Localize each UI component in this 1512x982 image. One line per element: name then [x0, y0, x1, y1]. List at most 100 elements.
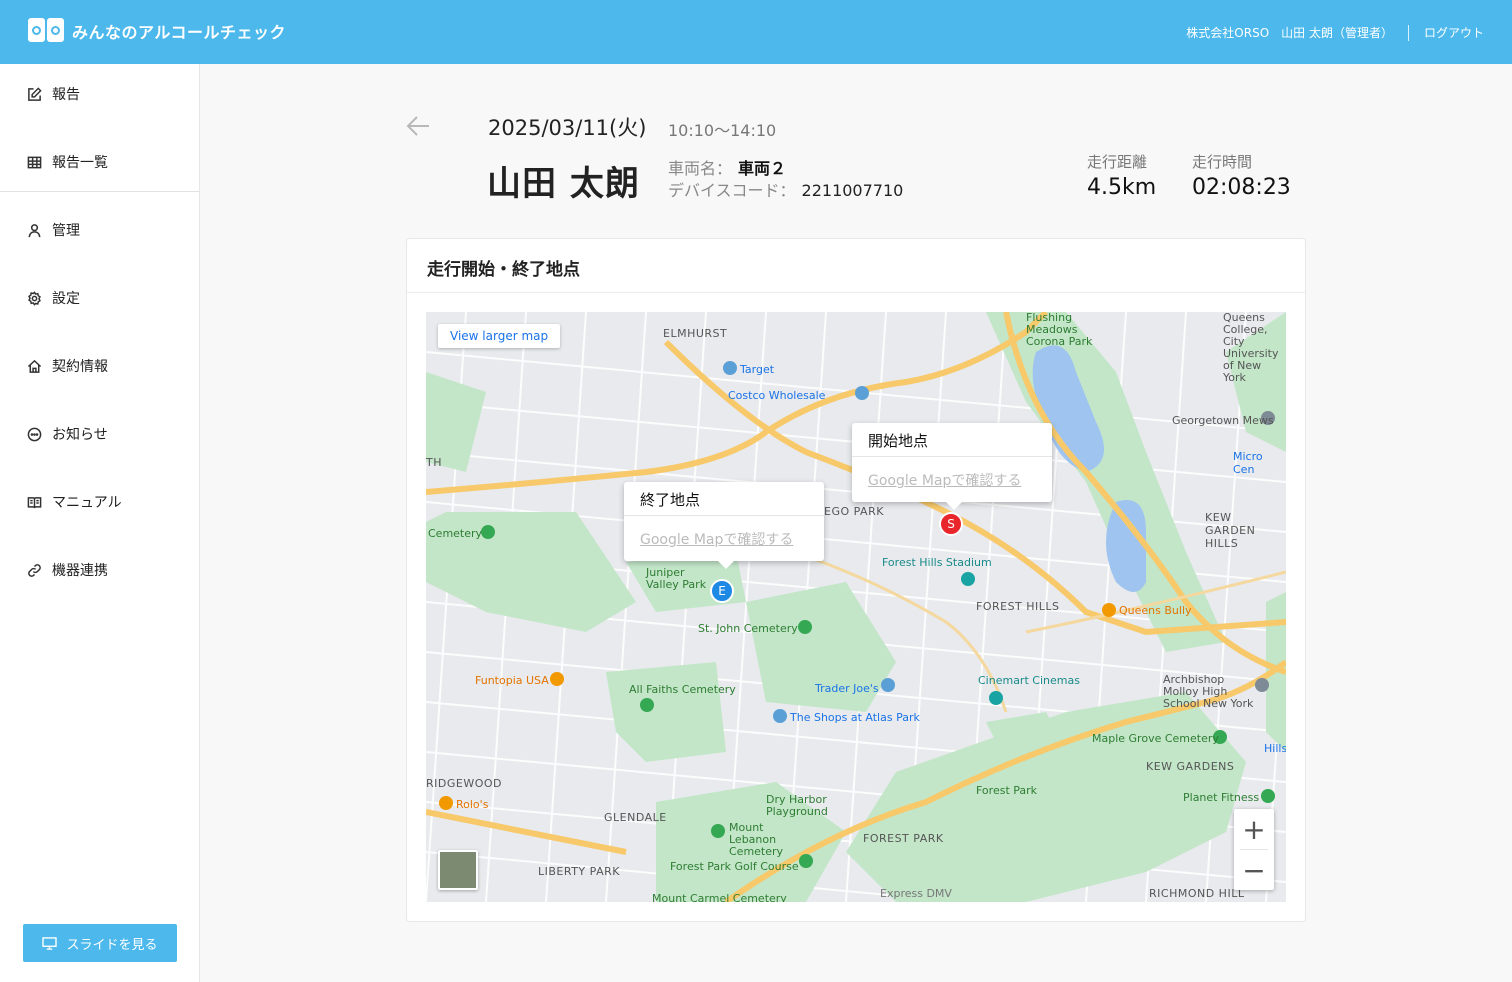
zoom-in-button[interactable]: +: [1234, 809, 1274, 849]
sidebar-item-contract[interactable]: 契約情報: [0, 346, 199, 386]
record-date: 2025/03/11(火): [488, 116, 647, 140]
vehicle-label: 車両名：: [668, 159, 733, 178]
app-title: みんなのアルコールチェック: [72, 23, 287, 42]
view-larger-map-link[interactable]: View larger map: [438, 324, 561, 348]
poi-cinemart: Cinemart Cinemas: [978, 674, 1080, 687]
arrow-left-icon: [406, 116, 429, 136]
map-label-liberty-park: LIBERTY PARK: [538, 865, 620, 878]
view-slides-label: スライドを見る: [66, 937, 158, 953]
map-label-forest-park: FOREST PARK: [863, 832, 944, 845]
map-label-forest-hills: FOREST HILLS: [976, 600, 1060, 613]
user-area: 株式会社ORSO 山田 太朗（管理者） ログアウト: [1186, 24, 1484, 41]
vehicle-value: 車両２: [738, 159, 787, 178]
sidebar-item-label: 設定: [52, 291, 80, 307]
map-label-kew-gardens-hills: KEW GARDEN HILLS: [1205, 511, 1256, 550]
map-label-elmhurst: ELMHURST: [663, 327, 728, 340]
sidebar-divider: [0, 191, 199, 192]
map-type-toggle[interactable]: [438, 850, 478, 890]
start-point-popup: 開始地点 Google Mapで確認する: [852, 423, 1052, 510]
sidebar-item-label: 管理: [52, 223, 80, 239]
company-name: 株式会社ORSO: [1186, 26, 1270, 40]
map-label-glendale: GLENDALE: [604, 811, 667, 824]
poi-planet-fitness: Planet Fitness: [1183, 791, 1260, 804]
distance-label: 走行距離: [1087, 153, 1148, 171]
sidebar: 報告 報告一覧 管理 設定 契約情報 お知らせ マニュアル 機器連携 スライドを…: [0, 64, 200, 982]
link-icon: [28, 563, 41, 577]
top-header: みんなのアルコールチェック 株式会社ORSO 山田 太朗（管理者） ログアウト: [0, 0, 1512, 64]
sidebar-item-news[interactable]: お知らせ: [0, 414, 199, 454]
poi-forest-hills-stadium: Forest Hills Stadium: [882, 556, 992, 569]
vehicle-info: 車両名： 車両２: [668, 155, 786, 179]
sidebar-item-device-link[interactable]: 機器連携: [0, 550, 199, 590]
device-value: 2211007710: [801, 181, 904, 200]
poi-forest-park: Forest Park: [976, 784, 1038, 797]
edit-icon: [28, 86, 42, 101]
poi-flushing-meadows: Flushing Meadows Corona Park: [1026, 312, 1093, 348]
book-icon: [27, 496, 42, 508]
table-icon: [27, 156, 42, 168]
monitor-icon: [42, 936, 58, 950]
poi-mount-lebanon: Mount Lebanon Cemetery: [729, 821, 784, 858]
map-card: 走行開始・終了地点 ELMHURST TH EGO PARK FOREST HI…: [406, 238, 1306, 922]
start-google-map-link[interactable]: Google Mapで確認する: [868, 470, 1021, 490]
logo-icon: [28, 18, 64, 44]
poi-micro-center: Micro Cen: [1233, 450, 1263, 476]
map-card-title: 走行開始・終了地点: [427, 260, 580, 280]
duration-value: 02:08:23: [1192, 175, 1291, 200]
map-label-richmond-hill: RICHMOND HILL: [1149, 887, 1245, 900]
end-marker[interactable]: E: [710, 579, 734, 603]
driver-name: 山田 太朗: [487, 164, 640, 204]
poi-cemetery: Cemetery: [428, 527, 483, 540]
chat-icon: [27, 427, 42, 441]
sidebar-item-label: マニュアル: [52, 495, 122, 511]
home-icon: [27, 359, 42, 373]
sidebar-item-admin[interactable]: 管理: [0, 210, 199, 250]
poi-all-faiths-cemetery: All Faiths Cemetery: [629, 683, 736, 696]
sidebar-item-settings[interactable]: 設定: [0, 278, 199, 318]
poi-dry-harbor: Dry Harbor Playground: [766, 793, 828, 818]
record-time-range: 10:10〜14:10: [668, 121, 777, 140]
sidebar-item-label: お知らせ: [52, 427, 108, 443]
gear-icon: [28, 290, 41, 306]
popup-divider: [852, 456, 1052, 457]
poi-costco: Costco Wholesale: [728, 389, 826, 402]
device-label: デバイスコード：: [668, 181, 796, 200]
start-popup-title: 開始地点: [868, 432, 929, 450]
sidebar-item-label: 報告一覧: [52, 155, 108, 171]
map-view[interactable]: ELMHURST TH EGO PARK FOREST HILLS KEW GA…: [426, 312, 1286, 902]
poi-funtopia: Funtopia USA: [475, 674, 549, 687]
map-label-kew-gardens: KEW GARDENS: [1146, 760, 1235, 773]
user-icon: [28, 223, 41, 237]
poi-queens-college: Queens College, City University of New Y…: [1223, 312, 1279, 384]
sidebar-item-label: 契約情報: [52, 359, 108, 375]
back-button[interactable]: [405, 114, 431, 138]
card-divider: [407, 292, 1305, 293]
start-marker[interactable]: S: [939, 512, 963, 536]
poi-georgetown-mews: Georgetown Mews: [1172, 414, 1274, 427]
app-logo[interactable]: みんなのアルコールチェック: [28, 18, 286, 44]
device-info: デバイスコード： 2211007710: [668, 177, 903, 201]
end-google-map-link[interactable]: Google Mapで確認する: [640, 529, 793, 549]
map-label-th: TH: [426, 456, 442, 469]
sidebar-item-report-list[interactable]: 報告一覧: [0, 142, 199, 182]
poi-mount-carmel: Mount Carmel Cemetery: [652, 892, 787, 902]
poi-golf-course: Forest Park Golf Course: [670, 860, 799, 873]
poi-rolos: Rolo's: [456, 798, 489, 811]
poi-trader-joes: Trader Joe's: [815, 682, 879, 695]
header-divider: [1407, 24, 1409, 41]
popup-divider: [624, 515, 824, 516]
poi-archbishop-molloy: Archbishop Molloy High School New York: [1163, 673, 1254, 710]
view-slides-button[interactable]: スライドを見る: [23, 924, 177, 962]
logout-link[interactable]: ログアウト: [1424, 24, 1484, 41]
sidebar-item-manual[interactable]: マニュアル: [0, 482, 199, 522]
poi-maple-grove: Maple Grove Cemetery: [1092, 732, 1219, 745]
poi-st-john-cemetery: St. John Cemetery: [698, 622, 798, 635]
distance-value: 4.5km: [1087, 175, 1157, 200]
poi-target: Target: [740, 363, 775, 376]
end-point-popup: 終了地点 Google Mapで確認する: [624, 482, 824, 569]
sidebar-item-report[interactable]: 報告: [0, 74, 199, 114]
map-label-rego-park: EGO PARK: [824, 505, 884, 518]
map-label-ridgewood: RIDGEWOOD: [426, 777, 502, 790]
poi-queens-bully: Queens Bully: [1119, 604, 1192, 617]
zoom-out-button[interactable]: −: [1234, 850, 1274, 890]
